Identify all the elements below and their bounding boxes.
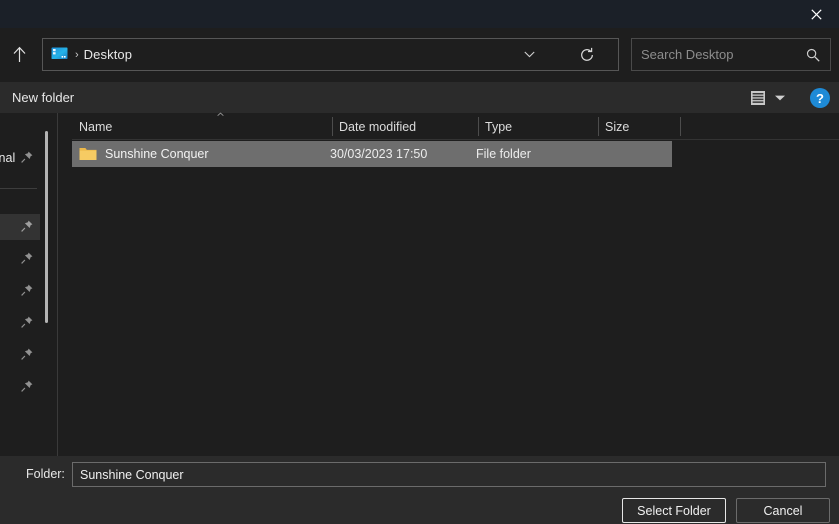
- pin-icon[interactable]: [20, 315, 34, 329]
- column-header-type-label: Type: [485, 119, 513, 134]
- arrow-up-icon: [13, 46, 25, 62]
- help-label: ?: [816, 90, 824, 106]
- row-type: File folder: [476, 147, 531, 161]
- new-folder-button[interactable]: New folder: [8, 82, 78, 113]
- breadcrumb-separator: ›: [75, 48, 79, 61]
- search-box[interactable]: Search Desktop: [631, 38, 831, 71]
- sidebar-item-screenshot[interactable]: Screenshot: [0, 438, 40, 456]
- table-row[interactable]: Sunshine Conquer 30/03/2023 17:50 File f…: [72, 141, 672, 167]
- view-mode-button[interactable]: [745, 86, 771, 110]
- breadcrumb-desktop[interactable]: Desktop: [84, 47, 132, 62]
- column-header-name[interactable]: Name: [72, 111, 332, 140]
- chevron-down-icon: [775, 95, 785, 101]
- sidebar-item-label: OneDrive - Personal: [0, 151, 16, 165]
- sidebar-item-downloads[interactable]: Downloads: [0, 246, 40, 272]
- sidebar-item-pictures[interactable]: Pictures: [0, 310, 40, 336]
- folder-icon: [79, 147, 97, 161]
- sidebar-item-music[interactable]: Music: [0, 342, 40, 368]
- sidebar-item-desktop[interactable]: Desktop: [0, 214, 40, 240]
- chevron-down-icon: [523, 51, 535, 58]
- select-folder-button[interactable]: Select Folder: [622, 498, 726, 523]
- column-header-size[interactable]: Size: [598, 113, 680, 140]
- cancel-button[interactable]: Cancel: [736, 498, 830, 523]
- pin-icon[interactable]: [20, 347, 34, 361]
- column-header-name-label: Name: [79, 119, 113, 134]
- folder-name-input[interactable]: Sunshine Conquer: [72, 462, 826, 487]
- desktop-icon: [51, 47, 68, 62]
- refresh-button[interactable]: [570, 39, 604, 70]
- folder-picker-dialog: › Desktop Search Desktop New folder ? na…: [0, 0, 839, 524]
- column-header-date-modified[interactable]: Date modified: [332, 113, 478, 140]
- file-rows: Sunshine Conquer 30/03/2023 17:50 File f…: [72, 141, 839, 167]
- column-header-size-label: Size: [605, 119, 630, 134]
- dialog-buttons: Select Folder Cancel: [0, 498, 839, 524]
- close-button[interactable]: [793, 0, 839, 28]
- column-header-type[interactable]: Type: [478, 113, 598, 140]
- new-folder-label: New folder: [12, 90, 75, 105]
- file-list-pane: Name Date modified Type Size Sunshine Co…: [58, 111, 839, 456]
- pin-icon[interactable]: [20, 251, 34, 265]
- address-bar[interactable]: › Desktop: [42, 38, 619, 71]
- sidebar-scrollbar[interactable]: [45, 131, 48, 323]
- content-area: OneDrive - Personal Desktop: [0, 111, 839, 456]
- title-bar: [0, 0, 839, 28]
- toolbar: New folder ?: [0, 82, 839, 113]
- search-input[interactable]: Search Desktop: [641, 47, 806, 62]
- details-view-icon: [751, 91, 765, 105]
- row-name-cell: Sunshine Conquer: [72, 147, 209, 161]
- pin-icon[interactable]: [20, 283, 34, 297]
- address-history-button[interactable]: [516, 39, 542, 70]
- column-header-row: Name Date modified Type Size: [72, 111, 839, 140]
- folder-name-value: Sunshine Conquer: [80, 467, 184, 482]
- row-name-label: Sunshine Conquer: [105, 147, 209, 161]
- folder-field-label: Folder:: [26, 467, 65, 481]
- sidebar-item-videos[interactable]: Videos: [0, 374, 40, 400]
- column-header-date-modified-label: Date modified: [339, 119, 417, 134]
- dialog-footer: Folder: Sunshine Conquer Select Folder C…: [0, 456, 839, 524]
- view-mode-dropdown[interactable]: [771, 86, 789, 110]
- folder-field-row: Folder: Sunshine Conquer: [0, 462, 839, 490]
- help-button[interactable]: ?: [810, 88, 830, 108]
- sidebar-item-onedrive[interactable]: OneDrive - Personal: [0, 145, 40, 171]
- navigation-pane: OneDrive - Personal Desktop: [0, 113, 57, 456]
- refresh-icon: [581, 47, 593, 61]
- pin-icon[interactable]: [20, 150, 34, 164]
- close-icon: [810, 8, 822, 20]
- column-divider[interactable]: [680, 117, 681, 136]
- pin-icon[interactable]: [20, 219, 34, 233]
- caret-up-icon: [210, 111, 224, 121]
- pin-icon[interactable]: [20, 379, 34, 393]
- row-date-modified: 30/03/2023 17:50: [330, 147, 428, 161]
- up-one-level-button[interactable]: [5, 38, 33, 70]
- search-icon: [806, 48, 820, 62]
- sidebar-separator: [0, 188, 37, 189]
- sidebar-item-documents[interactable]: Documents: [0, 278, 40, 304]
- navigation-bar: › Desktop Search Desktop: [0, 28, 839, 82]
